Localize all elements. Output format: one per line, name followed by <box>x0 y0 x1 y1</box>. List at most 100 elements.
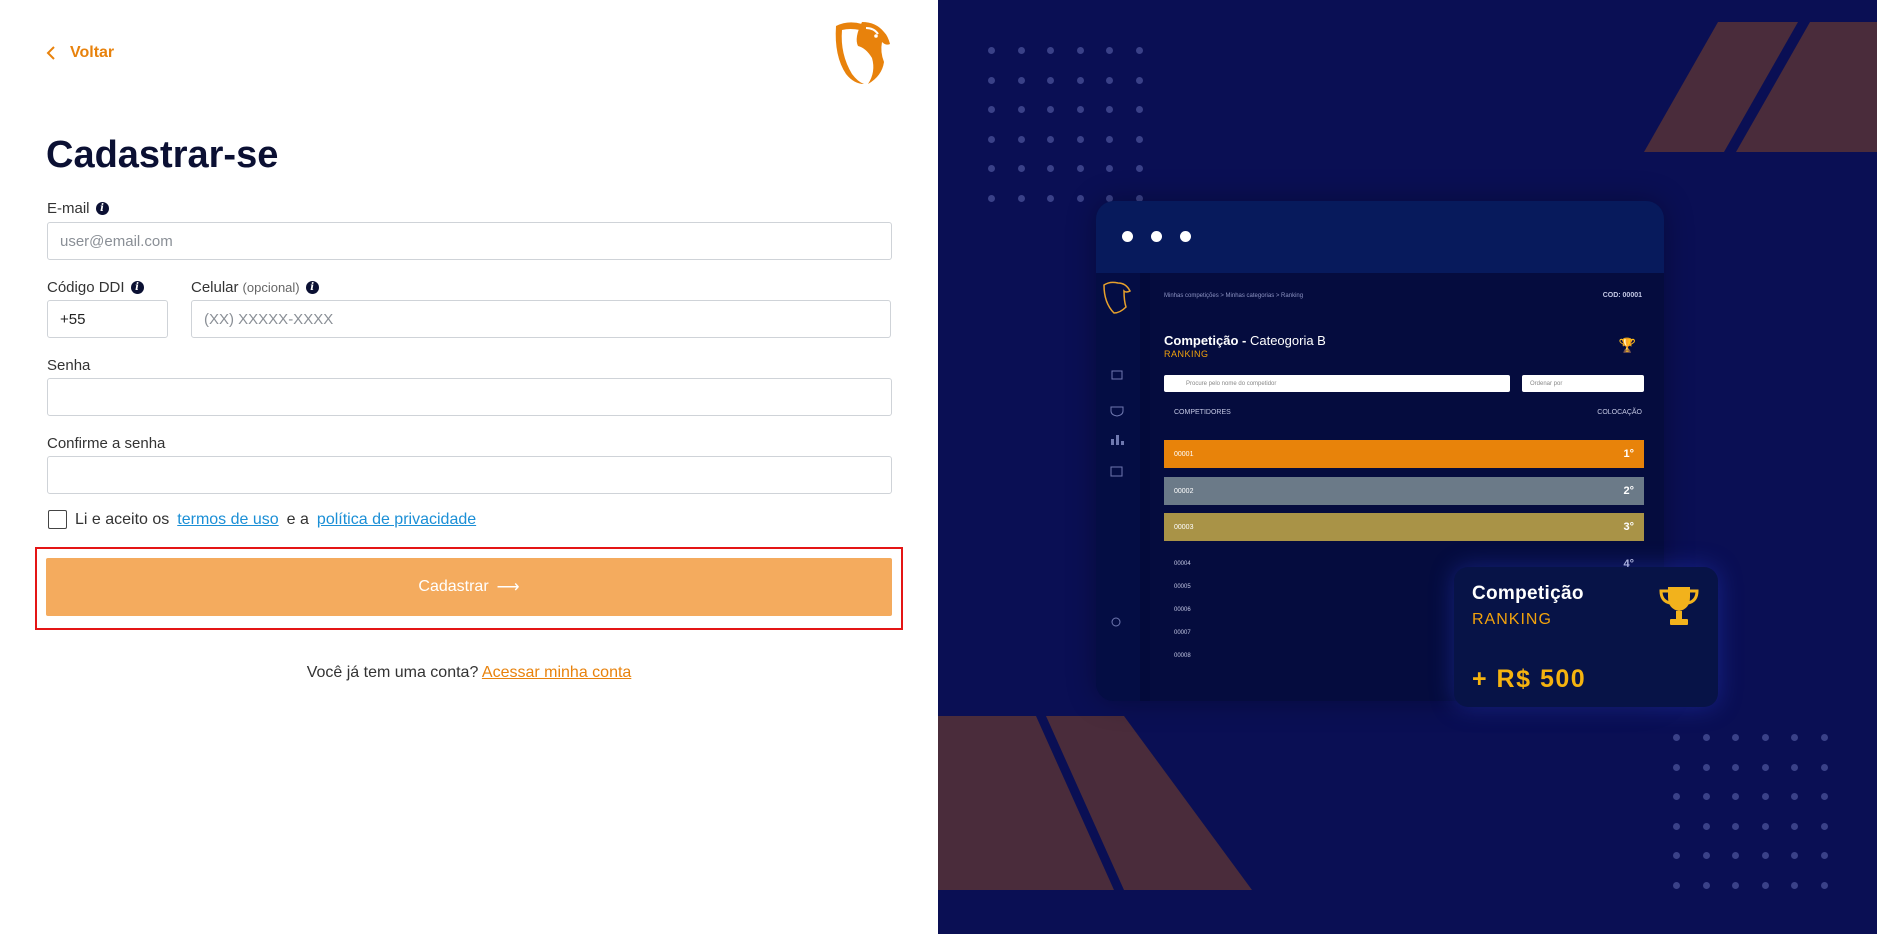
app-ranking-id: 00004 <box>1174 561 1191 567</box>
decor-dot <box>1820 734 1828 741</box>
decor-dot <box>1761 822 1769 830</box>
decor-dot <box>1135 106 1143 113</box>
terms-checkbox[interactable] <box>48 510 67 529</box>
decor-dot <box>1047 76 1054 84</box>
decor-dot <box>1702 881 1710 889</box>
back-label: Voltar <box>70 44 115 61</box>
decor-dot <box>1820 881 1828 889</box>
decor-dot <box>1702 852 1710 859</box>
decor-dot <box>1820 793 1828 800</box>
decor-dot <box>1791 852 1798 859</box>
decor-dot <box>1791 822 1798 830</box>
decor-dot <box>1673 734 1680 741</box>
info-icon[interactable]: i <box>130 281 144 294</box>
phone-label: Celular (opcional) i <box>191 279 319 296</box>
decor-dot <box>1135 76 1143 84</box>
horse-shield-logo <box>835 22 890 84</box>
app-sort: Ordenar por <box>1522 375 1644 392</box>
login-link[interactable]: Acessar minha conta <box>482 664 631 681</box>
decor-dot <box>1791 881 1798 889</box>
decor-dot <box>1702 763 1710 771</box>
app-ranking-id: 00002 <box>1174 487 1194 495</box>
stripe-decoration <box>938 716 1252 890</box>
decor-dot <box>1135 47 1143 54</box>
decor-dot <box>1820 763 1828 771</box>
decor-dot <box>1106 135 1113 143</box>
app-ranking-place: 2° <box>1623 485 1634 497</box>
decor-dot <box>1702 793 1710 800</box>
decor-dot <box>1135 165 1143 172</box>
decor-dot <box>1106 76 1113 84</box>
decor-dot <box>1076 76 1084 84</box>
prize-card-subtitle: RANKING <box>1472 611 1552 628</box>
info-icon[interactable]: i <box>95 202 109 215</box>
decor-dot <box>1702 734 1710 741</box>
decor-dot <box>1047 106 1054 113</box>
app-col-competitors: COMPETIDORES <box>1174 409 1231 416</box>
app-sidebar <box>1096 273 1140 701</box>
info-icon[interactable]: i <box>305 281 319 294</box>
decor-dot <box>1135 135 1143 143</box>
ddi-field[interactable]: +55 <box>47 300 168 338</box>
app-ranking-id: 00006 <box>1174 607 1191 613</box>
app-ranking-id: 00003 <box>1174 523 1194 531</box>
decor-dot <box>1761 763 1769 771</box>
decor-dot <box>1761 881 1769 889</box>
decor-dot <box>1732 734 1739 741</box>
decor-dot <box>1047 47 1054 54</box>
decor-dot <box>1673 793 1680 800</box>
decor-dot <box>1017 76 1025 84</box>
decor-dot <box>1673 881 1680 889</box>
promo-panel: Minhas competições > Minhas categorias >… <box>938 0 1877 934</box>
decor-dot <box>988 194 995 202</box>
page-title: Cadastrar-se <box>46 134 279 176</box>
decor-dot <box>1673 852 1680 859</box>
submit-button[interactable]: Cadastrar ⟶ <box>46 558 892 616</box>
decor-dot <box>1761 734 1769 741</box>
signup-panel: Voltar Cadastrar-se E-mail i Código DDI … <box>0 0 938 934</box>
decor-dot <box>1820 822 1828 830</box>
decor-dot <box>1761 793 1769 800</box>
decor-dot <box>1732 793 1739 800</box>
sidebar-icons <box>1103 281 1132 627</box>
login-prompt: Você já tem uma conta? Acessar minha con… <box>306 664 632 681</box>
decor-dot <box>1076 165 1084 172</box>
phone-field[interactable] <box>191 300 891 338</box>
decor-dot <box>988 135 995 143</box>
confirm-password-label: Confirme a senha <box>47 435 166 452</box>
privacy-link[interactable]: política de privacidade <box>317 511 476 529</box>
trophy-icon: 🏆 <box>1618 337 1636 353</box>
decor-dot <box>1017 106 1025 113</box>
decor-dot <box>988 76 995 84</box>
app-ranking-place: 3° <box>1623 521 1634 533</box>
prize-card-amount: + R$ 500 <box>1472 665 1587 693</box>
decor-dot <box>1673 763 1680 771</box>
decor-dot <box>1076 106 1084 113</box>
app-ranking-row: 00001 1° <box>1164 440 1644 468</box>
decor-dot <box>1732 763 1739 771</box>
app-ranking-row: 00002 2° <box>1164 477 1644 505</box>
decor-dot <box>1106 165 1113 172</box>
stripe-decoration <box>1644 22 1877 152</box>
decor-dot <box>1076 47 1084 54</box>
decor-dot <box>988 165 995 172</box>
back-link[interactable]: Voltar <box>46 44 114 62</box>
decor-dot <box>1017 47 1025 54</box>
app-ranking-place: 1° <box>1623 448 1634 460</box>
email-field[interactable] <box>47 222 892 260</box>
terms-row: Li e aceito os termos de uso e a polític… <box>48 510 476 529</box>
app-ranking-id: 00001 <box>1174 450 1194 458</box>
chevron-left-icon <box>46 46 55 60</box>
password-field[interactable] <box>47 378 892 416</box>
password-label: Senha <box>47 357 91 374</box>
trophy-icon <box>1659 587 1699 625</box>
terms-link[interactable]: termos de uso <box>177 511 278 529</box>
decor-dot <box>1732 852 1739 859</box>
confirm-password-field[interactable] <box>47 456 892 494</box>
app-search: Procure pelo nome do competidor <box>1164 375 1510 392</box>
decor-dot <box>988 106 995 113</box>
decor-dot <box>1047 165 1054 172</box>
decor-dot <box>1791 793 1798 800</box>
prize-card-title: Competição <box>1472 583 1584 604</box>
email-label: E-mail i <box>47 200 109 217</box>
